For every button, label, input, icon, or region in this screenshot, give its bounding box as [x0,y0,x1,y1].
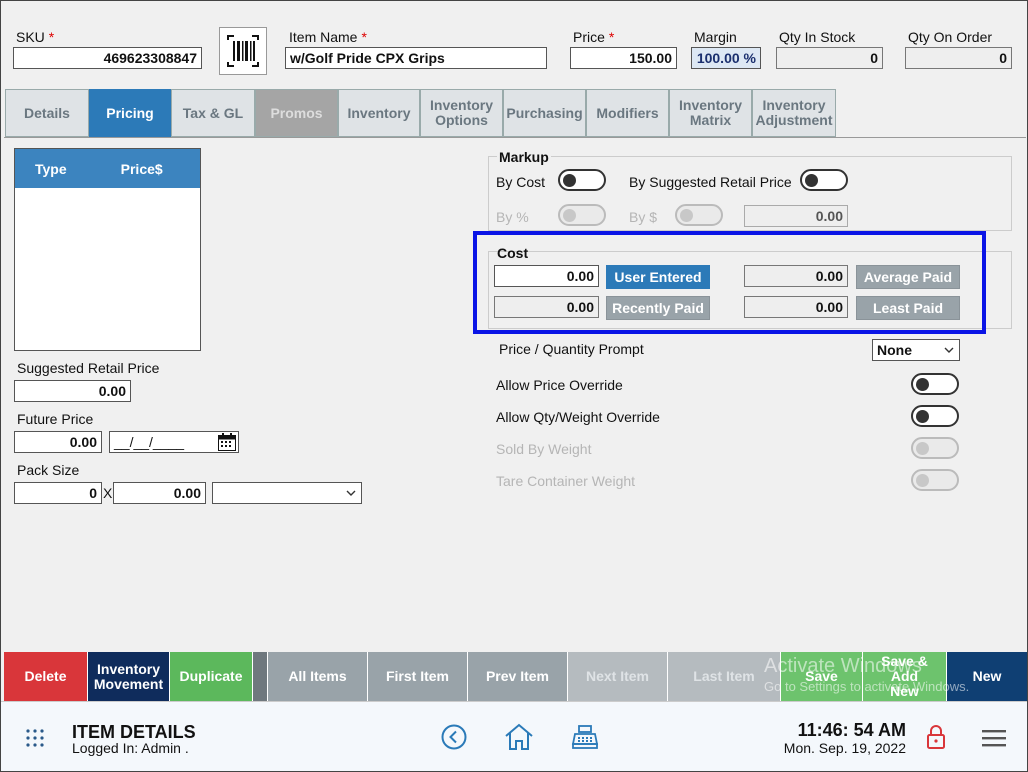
last-item-button[interactable]: Last Item [668,652,781,701]
tab-tax-gl[interactable]: Tax & GL [171,89,255,137]
average-paid-button[interactable]: Average Paid [856,265,960,289]
price-type-table[interactable]: Type Price$ [14,148,201,351]
allow-price-override-toggle[interactable] [911,373,959,395]
suggested-retail-field[interactable]: 0.00 [14,380,131,402]
cash-register-icon[interactable] [571,724,599,750]
duplicate-button[interactable]: Duplicate [170,652,253,701]
price-label: Price * [573,29,615,45]
future-price-label: Future Price [17,411,94,427]
allow-qty-override-label: Allow Qty/Weight Override [496,409,660,425]
tab-inventory-matrix[interactable]: Inventory Matrix [669,89,752,137]
menu-icon[interactable] [981,728,1007,748]
future-price-field[interactable]: 0.00 [14,431,102,453]
by-suggested-retail-toggle[interactable] [800,169,848,191]
qty-on-order-label: Qty On Order [908,29,993,45]
lock-icon[interactable] [926,724,946,750]
by-percent-label: By % [496,209,529,225]
tab-inventory[interactable]: Inventory [338,89,420,137]
clock-date: Mon. Sep. 19, 2022 [783,740,906,756]
price-qty-prompt-select[interactable]: None [872,339,960,361]
sold-by-weight-toggle[interactable] [911,437,959,459]
pack-size-label: Pack Size [17,462,80,478]
by-cost-toggle[interactable] [558,169,606,191]
tare-container-weight-toggle[interactable] [911,469,959,491]
chevron-down-icon [346,490,356,496]
pack-size-unit-select[interactable] [212,482,362,504]
footer-bar: ITEM DETAILS Logged In: Admin . 11:46: 5… [1,701,1027,771]
sku-label: SKU * [16,29,55,45]
margin-label: Margin [694,29,737,45]
cost-title: Cost [497,245,529,261]
sold-by-weight-label: Sold By Weight [496,441,592,457]
recently-paid-field: 0.00 [494,296,599,318]
markup-title: Markup [497,149,551,165]
new-button[interactable]: New [947,652,1027,701]
action-spacer [253,652,268,701]
pack-size-amount-field[interactable]: 0.00 [113,482,206,504]
tab-promos[interactable]: Promos [255,89,338,137]
markup-value-field[interactable]: 0.00 [744,205,848,227]
qty-on-order-field: 0 [905,47,1012,69]
item-name-field[interactable]: w/Golf Pride CPX Grips [285,47,547,69]
by-suggested-retail-label: By Suggested Retail Price [629,174,792,190]
save-add-new-button[interactable]: Save & Add New [863,652,947,701]
prev-item-button[interactable]: Prev Item [468,652,568,701]
qty-in-stock-field: 0 [776,47,883,69]
allow-price-override-label: Allow Price Override [496,377,623,393]
chevron-down-icon [944,347,954,353]
next-item-button[interactable]: Next Item [568,652,668,701]
col-type: Type [35,160,67,177]
tab-pricing[interactable]: Pricing [89,89,171,137]
least-paid-button[interactable]: Least Paid [856,296,960,320]
all-items-button[interactable]: All Items [268,652,368,701]
by-dollar-toggle[interactable] [675,204,723,226]
barcode-icon [227,35,259,67]
save-button[interactable]: Save [781,652,863,701]
logged-in-text: Logged In: Admin . [72,740,189,756]
least-paid-field: 0.00 [744,296,848,318]
calendar-icon[interactable] [217,432,237,455]
suggested-retail-label: Suggested Retail Price [17,360,160,376]
qty-in-stock-label: Qty In Stock [779,29,856,45]
tab-details[interactable]: Details [5,89,89,137]
price-table-header: Type Price$ [15,149,200,188]
pack-size-x: X [103,485,113,501]
price-qty-prompt-label: Price / Quantity Prompt [499,341,644,357]
delete-button[interactable]: Delete [4,652,88,701]
tab-inventory-adjustment[interactable]: Inventory Adjustment [752,89,836,137]
clock-time: 11:46: 54 AM [797,720,906,740]
margin-field: 100.00 % [691,47,761,69]
user-entered-button[interactable]: User Entered [606,265,710,289]
tab-modifiers[interactable]: Modifiers [586,89,669,137]
item-details-window: SKU * 469623308847 Item Name * w/Golf Prid… [0,0,1028,772]
col-price: Price$ [120,160,163,177]
tare-container-weight-label: Tare Container Weight [496,473,636,489]
allow-qty-override-toggle[interactable] [911,405,959,427]
tab-inventory-options[interactable]: Inventory Options [420,89,503,137]
home-icon[interactable] [504,723,534,751]
tab-purchasing[interactable]: Purchasing [503,89,586,137]
recently-paid-button[interactable]: Recently Paid [606,296,710,320]
by-percent-toggle[interactable] [558,204,606,226]
apps-grid-icon[interactable] [25,728,45,748]
price-field[interactable]: 150.00 [570,47,677,69]
average-paid-field: 0.00 [744,265,848,287]
by-dollar-label: By $ [629,209,658,225]
sku-field[interactable]: 469623308847 [13,47,202,69]
by-cost-label: By Cost [496,174,546,190]
price-qty-prompt-value: None [877,342,912,358]
back-icon[interactable] [441,724,467,750]
inventory-movement-button[interactable]: Inventory Movement [88,652,170,701]
pack-size-qty-field[interactable]: 0 [14,482,102,504]
user-entered-cost-field[interactable]: 0.00 [494,265,599,287]
barcode-scan-button[interactable] [219,27,267,75]
item-name-label: Item Name * [289,29,367,45]
first-item-button[interactable]: First Item [368,652,468,701]
